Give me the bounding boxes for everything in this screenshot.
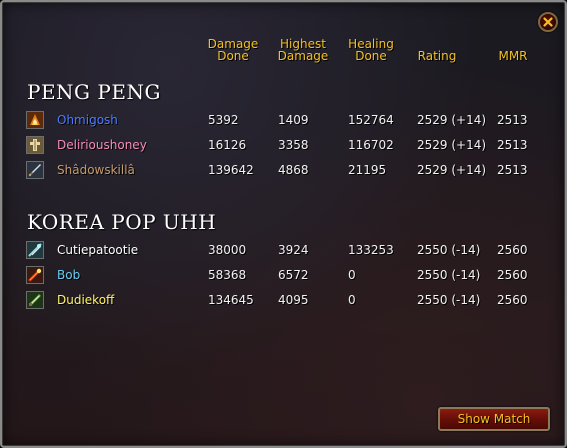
priest-class-icon bbox=[26, 241, 44, 259]
close-button[interactable] bbox=[538, 12, 558, 32]
mage-fire-class-icon bbox=[26, 266, 44, 284]
col-header-highest-damage: Highest Damage bbox=[272, 38, 334, 62]
player-row[interactable]: Shâdowskillâ 139642 4868 21195 2529 (+14… bbox=[26, 161, 546, 181]
mmr-value: 2513 bbox=[497, 113, 528, 127]
rating-value: 2550 (-14) bbox=[417, 293, 481, 307]
healing-done-value: 0 bbox=[348, 268, 356, 282]
healing-done-value: 133253 bbox=[348, 243, 394, 257]
mmr-value: 2560 bbox=[497, 293, 528, 307]
player-row[interactable]: Bob 58368 6572 0 2550 (-14) 2560 bbox=[26, 266, 546, 286]
player-row[interactable]: Delirioushoney 16126 3358 116702 2529 (+… bbox=[26, 136, 546, 156]
damage-done-value: 16126 bbox=[208, 138, 247, 152]
player-row[interactable]: Ohmigosh 5392 1409 152764 2529 (+14) 251… bbox=[26, 111, 546, 131]
team-name: KOREA POP UHH bbox=[27, 210, 217, 234]
mmr-value: 2513 bbox=[497, 138, 528, 152]
player-name[interactable]: Cutiepatootie bbox=[57, 243, 138, 257]
healing-done-value: 152764 bbox=[348, 113, 394, 127]
rating-value: 2529 (+14) bbox=[417, 113, 487, 127]
close-x-icon bbox=[543, 17, 553, 27]
player-name[interactable]: Delirioushoney bbox=[57, 138, 147, 152]
highest-damage-value: 6572 bbox=[278, 268, 309, 282]
rating-value: 2529 (+14) bbox=[417, 163, 487, 177]
col-header-mmr: MMR bbox=[488, 50, 538, 62]
player-row[interactable]: Dudiekoff 134645 4095 0 2550 (-14) 2560 bbox=[26, 291, 546, 311]
col-header-rating: Rating bbox=[406, 50, 468, 62]
rogue-class-icon bbox=[26, 291, 44, 309]
team-name: PENG PENG bbox=[27, 80, 161, 104]
damage-done-value: 134645 bbox=[208, 293, 254, 307]
healing-done-value: 21195 bbox=[348, 163, 387, 177]
arena-scoreboard-window: Damage Done Highest Damage Healing Done … bbox=[0, 0, 567, 448]
player-row[interactable]: Cutiepatootie 38000 3924 133253 2550 (-1… bbox=[26, 241, 546, 261]
healing-done-value: 116702 bbox=[348, 138, 394, 152]
highest-damage-value: 4095 bbox=[278, 293, 309, 307]
col-header-mmr-text: MMR bbox=[498, 49, 528, 63]
paladin-class-icon bbox=[26, 136, 44, 154]
rating-value: 2550 (-14) bbox=[417, 243, 481, 257]
show-match-button[interactable]: Show Match bbox=[438, 407, 550, 431]
highest-damage-value: 3358 bbox=[278, 138, 309, 152]
col-header-rating-text: Rating bbox=[417, 49, 457, 63]
player-name[interactable]: Ohmigosh bbox=[57, 113, 118, 127]
highest-damage-value: 3924 bbox=[278, 243, 309, 257]
healing-done-value: 0 bbox=[348, 293, 356, 307]
col-header-healing-done: Healing Done bbox=[341, 38, 401, 62]
highest-damage-value: 4868 bbox=[278, 163, 309, 177]
rating-value: 2550 (-14) bbox=[417, 268, 481, 282]
damage-done-value: 38000 bbox=[208, 243, 247, 257]
mmr-value: 2513 bbox=[497, 163, 528, 177]
damage-done-value: 139642 bbox=[208, 163, 254, 177]
col-header-healing-done-line2: Done bbox=[355, 49, 387, 63]
highest-damage-value: 1409 bbox=[278, 113, 309, 127]
mmr-value: 2560 bbox=[497, 243, 528, 257]
player-name[interactable]: Bob bbox=[57, 268, 80, 282]
rating-value: 2529 (+14) bbox=[417, 138, 487, 152]
damage-done-value: 5392 bbox=[208, 113, 239, 127]
player-name[interactable]: Shâdowskillâ bbox=[57, 163, 135, 177]
col-header-damage-done-line2: Done bbox=[217, 49, 249, 63]
mage-class-icon bbox=[26, 111, 44, 129]
player-name[interactable]: Dudiekoff bbox=[57, 293, 114, 307]
col-header-highest-damage-line2: Damage bbox=[277, 49, 329, 63]
warrior-class-icon bbox=[26, 161, 44, 179]
damage-done-value: 58368 bbox=[208, 268, 247, 282]
col-header-damage-done: Damage Done bbox=[203, 38, 263, 62]
mmr-value: 2560 bbox=[497, 268, 528, 282]
